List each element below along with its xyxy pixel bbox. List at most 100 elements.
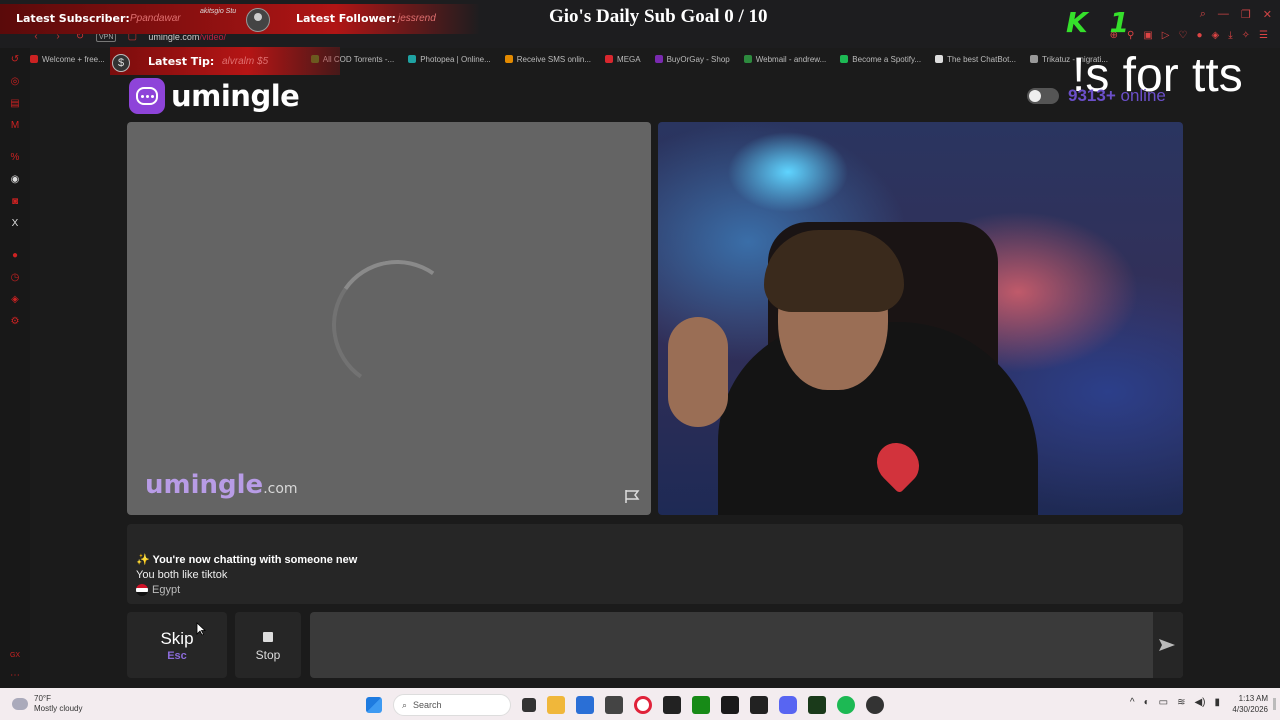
latest-subscriber-extra: akitsgio Stu <box>200 8 237 15</box>
stop-label: Stop <box>255 648 281 662</box>
close-icon[interactable]: ✕ <box>1263 8 1272 21</box>
person-hair <box>764 230 904 312</box>
window-controls: ⌕ — ❐ ✕ <box>1200 8 1272 21</box>
bookmark-label: Receive SMS onlin... <box>516 54 592 64</box>
stop-button[interactable]: Stop <box>235 612 301 678</box>
obs-icon[interactable] <box>605 696 623 714</box>
windows-start-icon[interactable] <box>366 697 382 713</box>
bookmark-item[interactable]: Photopea | Online... <box>408 55 491 64</box>
extension-icon[interactable]: ● <box>1196 30 1202 41</box>
bookmark-favicon-icon <box>654 55 663 63</box>
xbox-icon[interactable] <box>692 696 710 714</box>
bookmark-item[interactable]: Webmail - andrew... <box>743 55 826 64</box>
bookmark-item[interactable]: The best ChatBot... <box>935 55 1016 64</box>
cube-icon[interactable]: ◈ <box>1212 30 1220 41</box>
x-icon[interactable]: X <box>9 218 21 230</box>
percent-icon[interactable]: % <box>9 152 21 164</box>
bookmark-label: MEGA <box>617 54 641 64</box>
history-icon[interactable]: ↺ <box>9 54 21 66</box>
opera-gx-icon[interactable] <box>634 696 652 714</box>
game-icon[interactable] <box>808 696 826 714</box>
battery-icon[interactable]: ▮ <box>1214 697 1220 708</box>
minimize-icon[interactable]: — <box>1218 8 1229 21</box>
chevron-up-icon[interactable]: ^ <box>1130 697 1135 708</box>
capcut-icon[interactable] <box>663 696 681 714</box>
show-desktop-button[interactable] <box>1273 698 1276 710</box>
volume-icon[interactable]: ◀) <box>1194 697 1205 708</box>
gx-icon[interactable]: GX <box>9 650 21 662</box>
messenger-icon[interactable]: ◎ <box>9 76 21 88</box>
skip-shortcut: Esc <box>167 650 187 662</box>
self-video <box>658 122 1183 515</box>
clock-icon[interactable]: ◷ <box>9 272 21 284</box>
bookmark-item[interactable]: Become a Spotify... <box>840 55 921 64</box>
terminal-icon[interactable] <box>750 696 768 714</box>
download-icon[interactable]: ⤓ <box>1228 30 1232 41</box>
chat-icon[interactable]: ▤ <box>9 98 21 110</box>
avatar <box>246 8 270 32</box>
spotify-icon[interactable]: ● <box>9 250 21 262</box>
discord-icon[interactable]: ◉ <box>9 174 21 186</box>
dollar-icon: $ <box>112 54 130 72</box>
network-icon[interactable]: ◐ <box>1144 697 1150 708</box>
bookmark-item[interactable]: Welcome + free... <box>30 55 105 64</box>
sub-goal-title: Gio's Daily Sub Goal 0 / 10 <box>549 6 768 27</box>
chat-common-interest: You both like tiktok <box>136 569 228 581</box>
search-icon[interactable]: ⌕ <box>1200 8 1206 21</box>
bookmark-favicon-icon <box>408 55 417 63</box>
clock[interactable]: 1:13 AM 4/30/2026 <box>1232 693 1268 715</box>
spotify-icon[interactable] <box>837 696 855 714</box>
tabs-icon[interactable]: ◈ <box>9 294 21 306</box>
video-watermark: umingle.com <box>145 470 298 500</box>
wifi-icon[interactable]: ≋ <box>1177 697 1185 708</box>
menu-icon[interactable]: ☰ <box>1259 30 1268 41</box>
restore-icon[interactable]: ❐ <box>1241 8 1251 21</box>
browser-sidebar: ↺ ◎ ▤ M % ◉ ◙ X ● ◷ ◈ ⚙ GX ⋯ <box>0 48 30 688</box>
cloud-icon <box>12 698 28 710</box>
egypt-flag-icon <box>136 584 148 596</box>
send-button[interactable] <box>1153 612 1183 678</box>
kill-counter-badge: K 1 <box>1066 6 1135 39</box>
person-hand <box>668 317 728 427</box>
heart-icon[interactable]: ♡ <box>1179 30 1188 41</box>
message-input[interactable] <box>310 612 1183 678</box>
latest-follower-label: Latest Follower: <box>296 12 396 25</box>
steam-icon[interactable] <box>866 696 884 714</box>
bookmark-item[interactable]: MEGA <box>605 55 641 64</box>
weather-widget[interactable]: 70°F Mostly cloudy <box>12 694 82 714</box>
screenshot-icon[interactable]: ▣ <box>1143 30 1152 41</box>
skip-button[interactable]: Skip Esc <box>127 612 227 678</box>
instagram-icon[interactable]: ◙ <box>9 196 21 208</box>
bookmark-favicon-icon <box>935 55 944 63</box>
temperature: 70°F <box>34 694 51 703</box>
ai-icon[interactable]: ✧ <box>1242 30 1250 41</box>
stop-icon <box>263 632 273 642</box>
more-icon[interactable]: ⋯ <box>9 670 21 682</box>
online-count: 9313+ online <box>1068 86 1166 106</box>
bookmark-item[interactable]: Receive SMS onlin... <box>504 54 592 64</box>
latest-follower-value: jessrend <box>398 13 436 24</box>
app-icon[interactable] <box>721 696 739 714</box>
theme-toggle[interactable] <box>1027 88 1059 104</box>
bookmark-label: BuyOrGay - Shop <box>666 54 730 64</box>
bookmark-favicon-icon <box>1030 55 1038 63</box>
search-icon: ⌕ <box>402 699 408 710</box>
report-flag-icon[interactable] <box>624 489 641 504</box>
latest-tip-value: alvralm $5 <box>222 56 269 67</box>
site-logo[interactable]: umingle <box>129 78 300 114</box>
store-icon[interactable] <box>576 696 594 714</box>
file-explorer-icon[interactable] <box>547 696 565 714</box>
taskbar-search[interactable]: ⌕ Search <box>393 694 511 716</box>
latest-tip-label: Latest Tip: <box>148 55 215 68</box>
display-icon[interactable]: ▭ <box>1159 697 1168 708</box>
watermark-brand: umingle <box>145 470 264 500</box>
discord-icon[interactable] <box>779 696 797 714</box>
skip-label: Skip <box>160 629 194 648</box>
bookmark-item[interactable]: BuyOrGay - Shop <box>654 54 730 64</box>
task-view-icon[interactable] <box>522 698 536 712</box>
latest-subscriber-value: Ppandawar <box>130 13 181 24</box>
bookmark-favicon-icon <box>840 55 849 63</box>
settings-icon[interactable]: ⚙ <box>9 316 21 328</box>
mail-icon[interactable]: M <box>9 120 21 132</box>
play-icon[interactable]: ▷ <box>1162 30 1170 41</box>
